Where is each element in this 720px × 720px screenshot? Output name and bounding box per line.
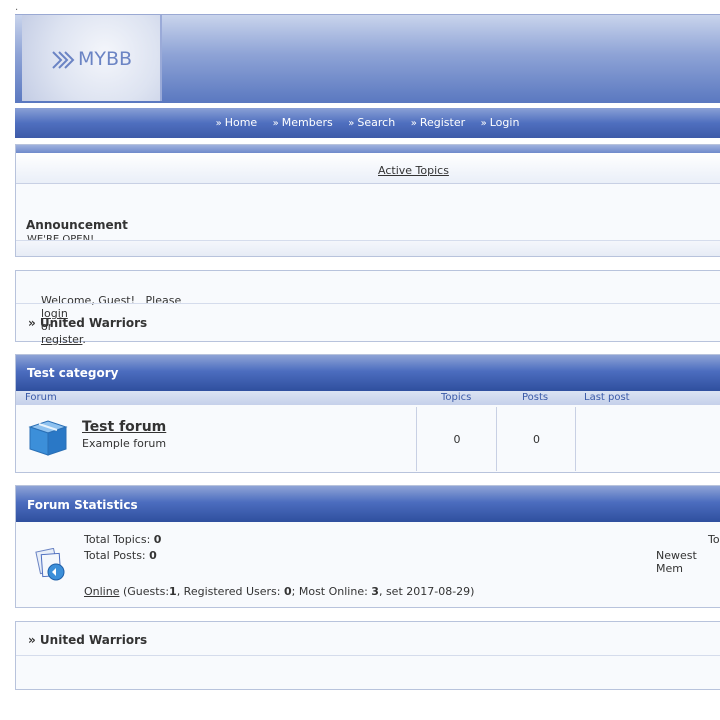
column-header-row: Forum Topics Posts Last post xyxy=(16,391,720,405)
double-chevron-icon: » xyxy=(480,118,487,129)
last-post-cell xyxy=(575,407,720,471)
column-forum: Forum xyxy=(25,392,57,403)
double-chevron-icon: » xyxy=(348,118,355,129)
total-topics-value: 0 xyxy=(153,533,162,546)
nav-search[interactable]: » Search xyxy=(348,116,395,129)
column-last-post: Last post xyxy=(584,392,630,403)
logo-chevrons-icon xyxy=(52,51,76,72)
category-title: Test category xyxy=(27,366,119,380)
logo-box[interactable]: MYBB xyxy=(22,15,162,101)
footer-breadcrumb[interactable]: » United Warriors xyxy=(28,633,147,647)
announcement-title: Announcement xyxy=(26,218,128,232)
breadcrumb-home[interactable]: » United Warriors xyxy=(28,316,147,330)
forum-description: Example forum xyxy=(82,437,167,450)
double-chevron-icon: » xyxy=(410,118,417,129)
topics-count: 0 xyxy=(453,433,461,446)
stats-right-top: To xyxy=(708,533,720,546)
double-chevron-icon: » xyxy=(272,118,279,129)
top-navigation: » Home » Members » Search » Register » Login xyxy=(15,108,720,138)
category-header[interactable]: Test category xyxy=(16,355,720,391)
total-posts-line: Total Posts: 0 xyxy=(84,549,157,562)
posts-count: 0 xyxy=(533,433,540,446)
welcome-panel: Welcome, Guest! Please login or register… xyxy=(15,270,720,346)
announcement-panel: Active Topics Announcement WE'RE OPEN! xyxy=(15,144,720,257)
panel-top-bar xyxy=(16,145,720,153)
nav-members[interactable]: » Members xyxy=(273,116,333,129)
column-topics: Topics xyxy=(441,392,472,403)
forum-statistics-panel: Forum Statistics Total Topics: 0 Total P… xyxy=(15,485,720,608)
forum-box-icon[interactable] xyxy=(26,415,70,462)
topics-cell: 0 xyxy=(416,407,497,471)
announcement-divider xyxy=(16,240,720,256)
posts-cell: 0 xyxy=(496,407,576,471)
category-table: Test category Forum Topics Posts Last po… xyxy=(15,354,720,473)
logo-text: MYBB xyxy=(78,48,133,70)
statistics-header[interactable]: Forum Statistics xyxy=(16,486,720,522)
panel-band xyxy=(16,153,720,184)
register-link[interactable]: register xyxy=(41,333,82,346)
forum-name-link[interactable]: Test forum xyxy=(82,419,166,435)
total-topics-line: Total Topics: 0 xyxy=(84,533,162,546)
statistics-icon xyxy=(34,547,68,585)
online-line: Online (Guests:1, Registered Users: 0; M… xyxy=(84,585,475,598)
column-posts: Posts xyxy=(522,392,549,403)
total-posts-value: 0 xyxy=(149,549,157,562)
double-chevron-icon: » xyxy=(215,118,222,129)
nav-register[interactable]: » Register xyxy=(411,116,465,129)
footer-panel: » United Warriors xyxy=(15,621,720,690)
forum-header: MYBB xyxy=(15,14,720,103)
statistics-title: Forum Statistics xyxy=(27,498,138,512)
nav-home[interactable]: » Home xyxy=(216,116,258,129)
table-row: Test forum Example forum 0 0 xyxy=(16,407,720,471)
welcome-divider xyxy=(16,303,720,304)
stats-right-bottom: Newest Mem xyxy=(656,549,697,575)
footer-divider xyxy=(16,655,720,656)
online-link[interactable]: Online xyxy=(84,585,119,598)
active-topics-link[interactable]: Active Topics xyxy=(378,164,449,177)
nav-login[interactable]: » Login xyxy=(481,116,520,129)
top-dot: . xyxy=(15,2,19,13)
